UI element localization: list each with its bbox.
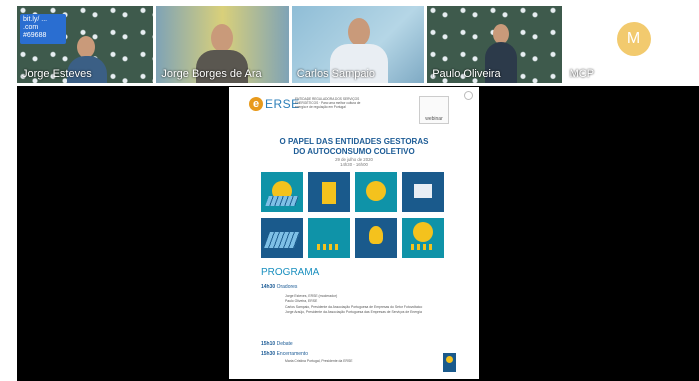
poster-title-line1: O PAPEL DAS ENTIDADES GESTORAS bbox=[279, 137, 429, 146]
participant-tile-carlos-sampaio[interactable]: Carlos Sampaio bbox=[291, 6, 425, 83]
sun-grid-icon bbox=[402, 218, 444, 258]
agenda-row: 15h30 Encerramento bbox=[261, 351, 308, 357]
agenda-label: Debate bbox=[276, 341, 293, 347]
lightbulb-icon bbox=[355, 218, 397, 258]
solar-house-icon bbox=[261, 172, 303, 212]
poster-title: O PAPEL DAS ENTIDADES GESTORAS DO AUTOCO… bbox=[239, 137, 469, 157]
participant-tile-paulo-oliveira[interactable]: Paulo Oliveira bbox=[427, 6, 562, 83]
house-cycle-icon bbox=[402, 172, 444, 212]
close-icon[interactable] bbox=[464, 91, 473, 100]
factory-icon bbox=[308, 218, 350, 258]
participant-tile-jorge-esteves[interactable]: bit.ly/ ... .com #69688 Jorge Esteves bbox=[17, 6, 154, 83]
programa-heading: PROGRAMA bbox=[261, 267, 320, 278]
speaker-item: Jorge Araújo, Presidente da Associação P… bbox=[285, 310, 422, 315]
agenda-row: 15h10 Debate bbox=[261, 341, 293, 347]
poster-date: 29 de julho de 2020 14h30 - 16h00 bbox=[239, 157, 469, 167]
speaker-item: Paulo Oliveira, ERSE bbox=[285, 299, 318, 304]
event-time: 14h30 - 16h00 bbox=[340, 162, 368, 167]
sun-corner-icon bbox=[443, 353, 456, 372]
solar-panel-icon bbox=[261, 218, 303, 258]
agenda-label: Encerramento bbox=[276, 351, 308, 357]
agenda-row: 14h30 Oradores bbox=[261, 284, 297, 290]
webinar-label: webinar bbox=[425, 116, 443, 122]
chat-badge: bit.ly/ ... .com #69688 bbox=[20, 14, 66, 44]
erse-logo-subtitle: ENTIDADE REGULADORA DOS SERVIÇOS ENERGÉT… bbox=[295, 97, 361, 109]
speaker-item: Carlos Sampaio, Presidente da Associação… bbox=[285, 304, 423, 309]
participant-tile-mcp[interactable]: M MCP bbox=[564, 6, 699, 83]
participant-name: MCP bbox=[569, 68, 595, 80]
erse-logo-icon: e bbox=[249, 97, 263, 111]
participant-name: Jorge Esteves bbox=[22, 68, 92, 80]
avatar: M bbox=[616, 22, 651, 56]
participant-head bbox=[77, 36, 95, 58]
agenda-time: 14h30 bbox=[261, 284, 276, 290]
participant-head bbox=[347, 18, 370, 46]
agenda-time: 15h10 bbox=[261, 341, 276, 347]
participant-strip: bit.ly/ ... .com #69688 Jorge Esteves Jo… bbox=[17, 6, 699, 83]
poster-title-line2: DO AUTOCONSUMO COLETIVO bbox=[293, 147, 415, 156]
participant-name: Jorge Borges de Ara bbox=[161, 68, 262, 80]
speaker-list: Jorge Esteves, ERSE (moderador) Paulo Ol… bbox=[285, 294, 425, 316]
participant-name: Paulo Oliveira bbox=[432, 68, 501, 80]
participant-name: Carlos Sampaio bbox=[296, 68, 376, 80]
webinar-icon: webinar bbox=[419, 96, 449, 124]
theme-icons-grid bbox=[261, 172, 445, 260]
building-icon bbox=[308, 172, 350, 212]
participant-tile-jorge-borges[interactable]: Jorge Borges de Ara bbox=[156, 6, 289, 83]
speaker-item: Jorge Esteves, ERSE (moderador) bbox=[285, 294, 338, 298]
agenda-time: 15h30 bbox=[261, 351, 276, 357]
closing-speaker: Maria Cristina Portugal, Presidente da E… bbox=[285, 359, 353, 363]
agenda-label: Oradores bbox=[276, 284, 298, 290]
shared-poster: e ERSE ENTIDADE REGULADORA DOS SERVIÇOS … bbox=[229, 87, 479, 379]
sun-icon bbox=[355, 172, 397, 212]
